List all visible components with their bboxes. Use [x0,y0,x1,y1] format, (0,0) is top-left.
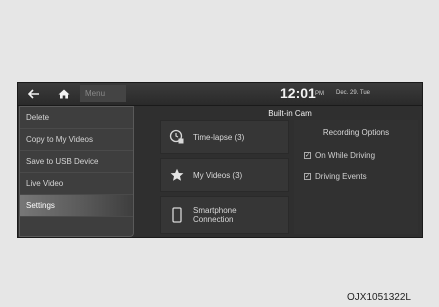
driving-events-option[interactable]: ✓ Driving Events [304,172,367,181]
date-display: Dec. 29. Tue [336,90,371,96]
smartphone-icon [172,207,182,223]
smartphone-label-line1: Smartphone [193,206,237,215]
recording-options-title: Recording Options [322,128,390,137]
recording-options-panel: Recording Options ✓ On While Driving ✓ D… [294,120,418,234]
option-label: Driving Events [315,172,367,181]
menu-item-delete[interactable]: Delete [20,107,133,129]
built-in-cam-content: Built-in Cam Time-lapse (3) My Videos (3… [18,106,422,237]
page: Menu 12:01 PM Dec. 29. Tue Built-in Cam … [0,0,439,307]
menu-item-label: Copy to My Videos [26,135,93,144]
smartphone-label-line2: Connection [193,215,234,224]
timelapse-icon [169,129,184,144]
menu-item-label: Live Video [26,179,64,188]
menu-button[interactable]: Menu [80,85,126,102]
menu-item-live-video[interactable]: Live Video [20,173,133,195]
back-button[interactable] [23,85,45,102]
page-title: Built-in Cam [268,109,312,118]
home-icon [58,89,70,98]
menu-item-save-to-usb[interactable]: Save to USB Device [20,151,133,173]
star-icon [170,168,184,181]
home-button[interactable] [53,85,75,102]
context-menu: Delete Copy to My Videos Save to USB Dev… [19,106,134,237]
menu-item-copy-to-my-videos[interactable]: Copy to My Videos [20,129,133,151]
clock-time: 12:01 [280,85,316,101]
menu-item-label: Delete [26,113,50,122]
top-bar: Menu 12:01 PM Dec. 29. Tue [18,83,422,106]
option-label: On While Driving [315,151,376,160]
on-while-driving-option[interactable]: ✓ On While Driving [304,151,375,160]
checkbox-checked-icon[interactable]: ✓ [304,152,311,159]
my-videos-tile[interactable]: My Videos (3) [160,158,289,192]
timelapse-label: Time-lapse (3) [193,132,245,142]
back-arrow-icon [28,88,39,99]
menu-item-label: Save to USB Device [26,157,99,166]
menu-item-label: Settings [26,201,55,210]
menu-item-settings[interactable]: Settings [20,195,133,217]
checkbox-checked-icon[interactable]: ✓ [304,173,311,180]
menu-button-label: Menu [85,89,106,98]
image-code-caption: OJX1051322L [347,292,411,303]
my-videos-label: My Videos (3) [193,170,243,180]
infotainment-screen: Menu 12:01 PM Dec. 29. Tue Built-in Cam … [17,82,423,238]
clock-ampm: PM [315,91,324,97]
smartphone-connection-tile[interactable]: Smartphone Connection [160,196,289,234]
timelapse-tile[interactable]: Time-lapse (3) [160,120,289,154]
